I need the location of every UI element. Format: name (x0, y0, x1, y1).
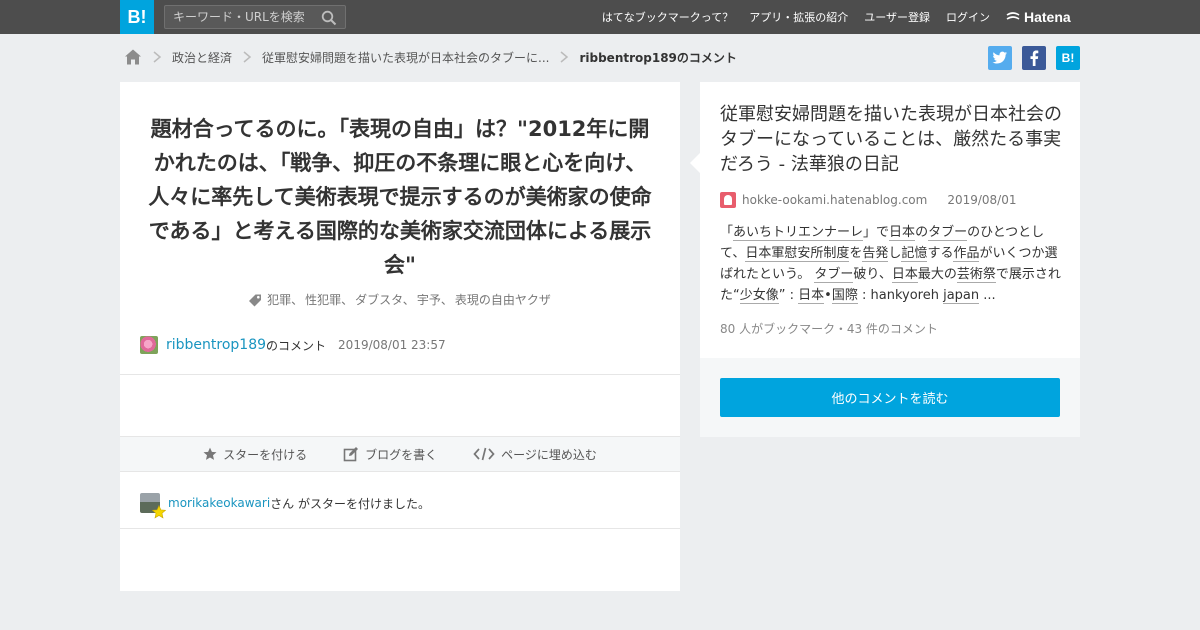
edit-icon (343, 447, 359, 462)
hatena-brand-label: Hatena (1024, 9, 1071, 25)
keyword-link[interactable]: 告発 (862, 246, 889, 262)
breadcrumb: 政治と経済 従軍慰安婦問題を描いた表現が日本社会のタブーに... ribbent… (124, 46, 737, 68)
description-text: ” : (778, 288, 799, 303)
description-text: 最大の (917, 267, 957, 282)
facebook-share-button[interactable] (1022, 46, 1046, 70)
read-other-comments-button[interactable]: 他のコメントを読む (720, 378, 1060, 417)
comment-tags: 犯罪、 性犯罪、 ダブスタ、 宇予、 表現の自由ヤクザ (120, 291, 680, 308)
search-box (164, 5, 346, 29)
keyword-link[interactable]: 少女像 (739, 288, 779, 304)
star-icon (203, 447, 217, 460)
search-input[interactable] (165, 6, 315, 28)
keyword-link[interactable]: 芸術祭 (956, 267, 996, 283)
keyword-link[interactable]: タブー (814, 267, 854, 283)
avatar[interactable] (140, 336, 158, 354)
tag-link[interactable]: 犯罪、 (267, 291, 303, 308)
keyword-link[interactable]: 作品 (953, 246, 980, 262)
keyword-link[interactable]: 日本 (889, 225, 916, 241)
tag-link[interactable]: 表現の自由ヤクザ (455, 291, 551, 308)
add-star-button[interactable]: スターを付ける (203, 446, 307, 463)
star-notice: morikakeokawari さん がスターを付けました。 (140, 492, 430, 519)
description-text: する (927, 246, 954, 261)
star-notice-text: さん がスターを付けました。 (270, 496, 430, 511)
entry-card-footer: 他のコメントを読む (700, 358, 1080, 437)
description-text: 」で (863, 225, 890, 240)
divider (120, 374, 680, 375)
breadcrumb-category-link[interactable]: 政治と経済 (172, 49, 232, 66)
keyword-link[interactable]: タブー (928, 225, 968, 241)
chevron-right-icon (153, 51, 162, 63)
embed-label: ページに埋め込む (501, 447, 597, 462)
keyword-link[interactable]: 記憶 (901, 246, 928, 262)
keyword-link[interactable]: japan (943, 288, 980, 304)
entry-domain[interactable]: hokke-ookami.hatenablog.com (742, 193, 927, 207)
home-icon[interactable] (124, 48, 142, 66)
author-link[interactable]: ribbentrop189 (166, 337, 266, 353)
star-user-link[interactable]: morikakeokawari (168, 496, 270, 510)
breadcrumb-entry-link[interactable]: 従軍慰安婦問題を描いた表現が日本社会のタブーに... (262, 49, 549, 66)
hatena-bookmark-share-button[interactable]: B! (1056, 46, 1080, 70)
write-blog-button[interactable]: ブログを書く (343, 446, 437, 463)
star-icon (152, 505, 166, 519)
facebook-icon (1030, 50, 1039, 66)
keyword-link[interactable]: 日本 (798, 288, 825, 304)
nav-register-link[interactable]: ユーザー登録 (864, 9, 930, 25)
hatena-logo-icon (1006, 12, 1020, 20)
entry-description: 「あいちトリエンナーレ」で日本のタブーのひとつとして、日本軍慰安所制度を告発し記… (720, 222, 1065, 306)
code-icon (473, 447, 495, 461)
description-text: • (824, 288, 832, 303)
tag-link[interactable]: 宇予、 (417, 291, 453, 308)
description-text: 「 (720, 225, 734, 240)
description-text: を (849, 246, 863, 261)
hatena-brand-link[interactable]: Hatena (1006, 8, 1071, 26)
comment-author: ribbentrop189 のコメント 2019/08/01 23:57 (140, 335, 446, 355)
description-text: 破り、 (853, 267, 892, 282)
nav-login-link[interactable]: ログイン (946, 9, 990, 25)
write-blog-label: ブログを書く (365, 447, 438, 462)
tag-link[interactable]: ダブスタ、 (355, 291, 415, 308)
search-icon[interactable] (321, 10, 337, 26)
breadcrumb-current: ribbentrop189のコメント (579, 50, 737, 65)
chevron-right-icon (243, 51, 252, 63)
embed-button[interactable]: ページに埋め込む (473, 446, 597, 463)
hatena-bookmark-logo[interactable]: B! (120, 0, 154, 34)
chevron-right-icon (560, 51, 569, 63)
author-suffix: のコメント (266, 338, 327, 353)
description-text: し (888, 246, 902, 261)
keyword-link[interactable]: 日本 (891, 267, 918, 283)
twitter-icon (992, 51, 1007, 64)
comment-card: 題材合ってるのに。「表現の自由」は？"2012年に開かれたのは、「戦争、抑圧の不… (120, 82, 680, 591)
description-text: の (915, 225, 929, 240)
description-text: : hankyoreh (857, 288, 944, 303)
keyword-link[interactable]: あいちトリエンナーレ (733, 225, 864, 241)
entry-stats[interactable]: 80 人がブックマーク・43 件のコメント (720, 320, 938, 337)
nav-about-link[interactable]: はてなブックマークって？ (602, 9, 733, 25)
entry-title-link[interactable]: 従軍慰安婦問題を描いた表現が日本社会のタブーになっていることは、厳然たる事実だろ… (720, 102, 1065, 177)
comment-date[interactable]: 2019/08/01 23:57 (338, 338, 446, 352)
avatar[interactable] (140, 493, 166, 519)
nav-apps-link[interactable]: アプリ・拡張の紹介 (749, 9, 848, 25)
entry-meta: hokke-ookami.hatenablog.com 2019/08/01 (720, 191, 1017, 209)
keyword-link[interactable]: 日本軍慰安所制度 (745, 246, 850, 262)
keyword-link[interactable]: 国際 (831, 288, 858, 304)
comment-text: 題材合ってるのに。「表現の自由」は？"2012年に開かれたのは、「戦争、抑圧の不… (148, 117, 652, 277)
entry-date: 2019/08/01 (947, 193, 1017, 207)
top-nav: はてなブックマークって？ アプリ・拡張の紹介 ユーザー登録 ログイン (586, 0, 990, 34)
twitter-share-button[interactable] (988, 46, 1012, 70)
top-bar: B! はてなブックマークって？ アプリ・拡張の紹介 ユーザー登録 ログイン Ha… (0, 0, 1200, 34)
comment-actions: スターを付ける ブログを書く ページに埋め込む (120, 436, 680, 472)
site-favicon-icon (720, 192, 736, 208)
description-text: ... (979, 288, 996, 303)
add-star-label: スターを付ける (223, 447, 308, 462)
entry-card: 従軍慰安婦問題を描いた表現が日本社会のタブーになっていることは、厳然たる事実だろ… (700, 82, 1080, 358)
divider (120, 528, 680, 529)
tag-icon (249, 294, 262, 306)
tag-link[interactable]: 性犯罪、 (305, 291, 353, 308)
